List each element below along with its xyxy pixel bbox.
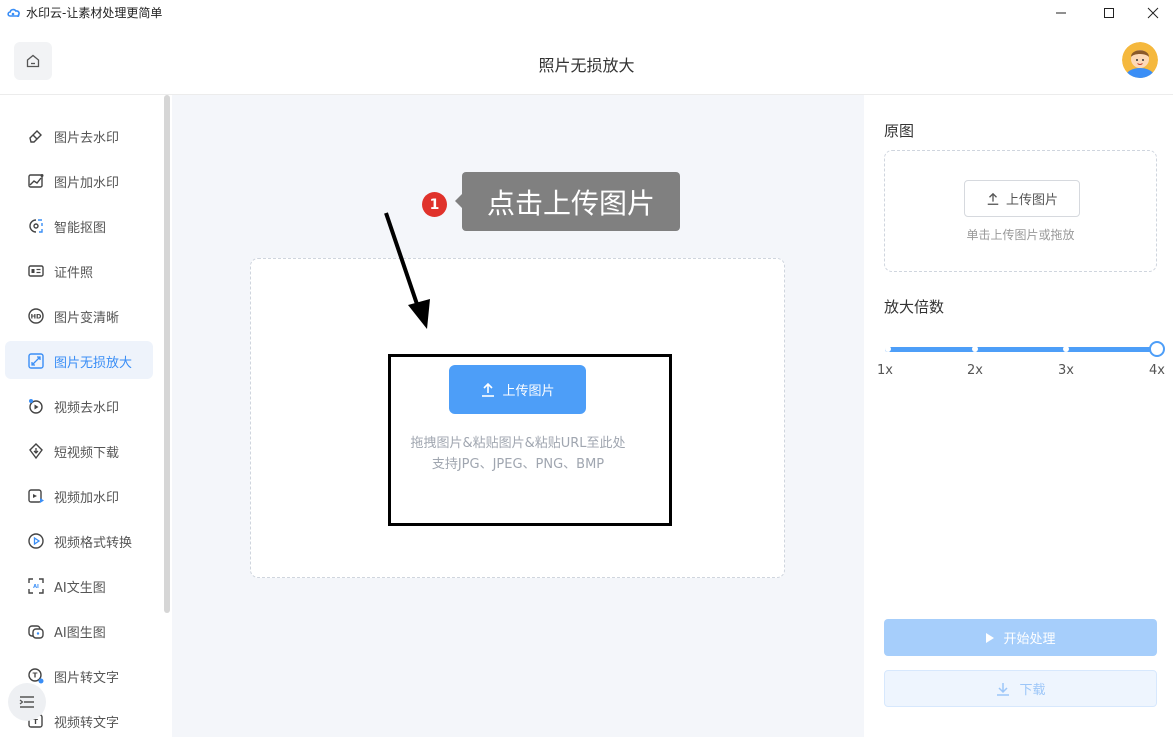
sidebar-scrollbar[interactable] bbox=[164, 95, 170, 613]
start-processing-label: 开始处理 bbox=[1003, 632, 1056, 647]
scale-title: 放大倍数 bbox=[884, 298, 945, 316]
image-add-watermark-icon bbox=[28, 174, 44, 188]
slider-stop-2x bbox=[972, 346, 978, 352]
download-button[interactable]: 下载 bbox=[884, 670, 1157, 707]
settings-panel: 原图 上传图片 单击上传图片或拖放 放大倍数 1x 2x 3x 4x 开始处理 … bbox=[864, 95, 1173, 737]
sidebar-item-ai-image-to-image[interactable]: AI图生图 bbox=[5, 611, 153, 649]
main-content: 上传图片 拖拽图片&粘贴图片&粘贴URL至此处 支持JPG、JPEG、PNG、B… bbox=[172, 95, 864, 737]
play-icon bbox=[986, 632, 995, 643]
minimize-icon bbox=[1056, 12, 1066, 14]
sidebar-item-label: 视频格式转换 bbox=[54, 536, 133, 551]
hd-icon: HD bbox=[28, 308, 44, 324]
svg-text:AI: AI bbox=[33, 584, 39, 590]
video-remove-watermark-icon bbox=[29, 399, 43, 414]
cutout-icon bbox=[29, 219, 43, 233]
window-title: 水印云-让素材处理更简单 bbox=[26, 6, 163, 20]
sidebar-item-label: 图片变清晰 bbox=[54, 311, 120, 326]
maximize-icon bbox=[1104, 8, 1114, 18]
original-image-dropzone[interactable]: 上传图片 单击上传图片或拖放 bbox=[884, 150, 1157, 272]
menu-collapse-icon bbox=[19, 696, 34, 708]
close-icon bbox=[1147, 7, 1159, 19]
sidebar-item-label: AI文生图 bbox=[54, 581, 106, 596]
sidebar-item-label: 视频去水印 bbox=[54, 401, 120, 416]
sidebar-item-short-video-download[interactable]: 短视频下载 bbox=[5, 431, 153, 469]
maximize-button[interactable] bbox=[1086, 0, 1132, 26]
header: 照片无损放大 bbox=[0, 26, 1173, 95]
upload-button-label: 上传图片 bbox=[502, 384, 555, 399]
sidebar-item-remove-video-watermark[interactable]: 视频去水印 bbox=[5, 386, 153, 424]
video-add-watermark-icon bbox=[28, 489, 44, 503]
sidebar-item-label: 证件照 bbox=[54, 266, 94, 281]
video-convert-icon bbox=[28, 533, 44, 549]
minimize-button[interactable] bbox=[1038, 0, 1084, 26]
annotation-tooltip: 点击上传图片 bbox=[462, 172, 680, 231]
annotation-arrow-icon bbox=[384, 212, 430, 329]
sidebar-item-remove-image-watermark[interactable]: 图片去水印 bbox=[5, 116, 153, 154]
sidebar-item-image-enhance[interactable]: HD 图片变清晰 bbox=[5, 296, 153, 334]
original-upload-hint: 单击上传图片或拖放 bbox=[966, 228, 1075, 242]
sidebar-item-label: 短视频下载 bbox=[54, 446, 120, 461]
sidebar-item-label: 图片去水印 bbox=[54, 131, 120, 146]
sidebar-item-label: 图片加水印 bbox=[54, 176, 120, 191]
scale-label-1x: 1x bbox=[877, 363, 893, 378]
download-icon bbox=[997, 682, 1010, 696]
sidebar: 图片去水印 图片加水印 智能抠图 证件照 HD 图片变清晰 图片无损放大 视频去… bbox=[0, 95, 172, 737]
scale-slider[interactable] bbox=[885, 347, 1157, 352]
collapse-sidebar-button[interactable] bbox=[8, 683, 46, 721]
sidebar-item-smart-cutout[interactable]: 智能抠图 bbox=[5, 206, 153, 244]
sidebar-item-add-image-watermark[interactable]: 图片加水印 bbox=[5, 161, 153, 199]
download-label: 下载 bbox=[1019, 683, 1046, 698]
sidebar-item-label: 视频转文字 bbox=[54, 716, 120, 731]
slider-stop-3x bbox=[1063, 346, 1069, 352]
title-bar: 水印云-让素材处理更简单 bbox=[0, 0, 1173, 26]
sidebar-item-video-format-convert[interactable]: 视频格式转换 bbox=[5, 521, 153, 559]
close-button[interactable] bbox=[1130, 0, 1173, 26]
scale-label-3x: 3x bbox=[1058, 363, 1074, 378]
sidebar-item-lossless-enlarge[interactable]: 图片无损放大 bbox=[5, 341, 153, 379]
ai-image-to-image-icon bbox=[28, 625, 44, 639]
start-processing-button[interactable]: 开始处理 bbox=[884, 619, 1157, 656]
eraser-icon bbox=[29, 130, 42, 143]
user-avatar-icon bbox=[1122, 42, 1158, 78]
sidebar-item-label: 图片转文字 bbox=[54, 671, 120, 686]
app-logo-icon bbox=[7, 8, 20, 17]
sidebar-item-ai-text-to-image[interactable]: AI AI文生图 bbox=[5, 566, 153, 604]
sidebar-item-label: 图片无损放大 bbox=[54, 356, 133, 371]
upload-icon bbox=[987, 192, 999, 205]
original-upload-button[interactable]: 上传图片 bbox=[964, 180, 1080, 217]
sidebar-item-label: 智能抠图 bbox=[54, 221, 107, 236]
scale-label-4x: 4x bbox=[1149, 363, 1165, 378]
id-card-icon bbox=[28, 265, 44, 277]
original-upload-label: 上传图片 bbox=[1005, 193, 1058, 208]
upload-icon bbox=[482, 382, 495, 397]
upload-hint-line2: 支持JPG、JPEG、PNG、BMP bbox=[431, 457, 605, 472]
scale-label-2x: 2x bbox=[967, 363, 983, 378]
enlarge-icon bbox=[28, 353, 44, 369]
scale-slider-handle[interactable] bbox=[1149, 341, 1165, 357]
avatar[interactable] bbox=[1122, 42, 1158, 78]
upload-hint-line1: 拖拽图片&粘贴图片&粘贴URL至此处 bbox=[410, 436, 626, 451]
svg-text:T: T bbox=[33, 672, 38, 680]
slider-stop-1x bbox=[885, 346, 891, 352]
upload-image-button[interactable]: 上传图片 bbox=[449, 365, 586, 414]
sidebar-item-id-photo[interactable]: 证件照 bbox=[5, 251, 153, 289]
sidebar-item-label: 视频加水印 bbox=[54, 491, 120, 506]
sidebar-item-label: AI图生图 bbox=[54, 626, 106, 641]
original-image-title: 原图 bbox=[884, 122, 915, 140]
download-video-icon bbox=[29, 443, 43, 460]
page-title: 照片无损放大 bbox=[538, 56, 635, 75]
ai-text-to-image-icon: AI bbox=[28, 578, 44, 594]
svg-text:HD: HD bbox=[31, 313, 42, 321]
sidebar-item-add-video-watermark[interactable]: 视频加水印 bbox=[5, 476, 153, 514]
